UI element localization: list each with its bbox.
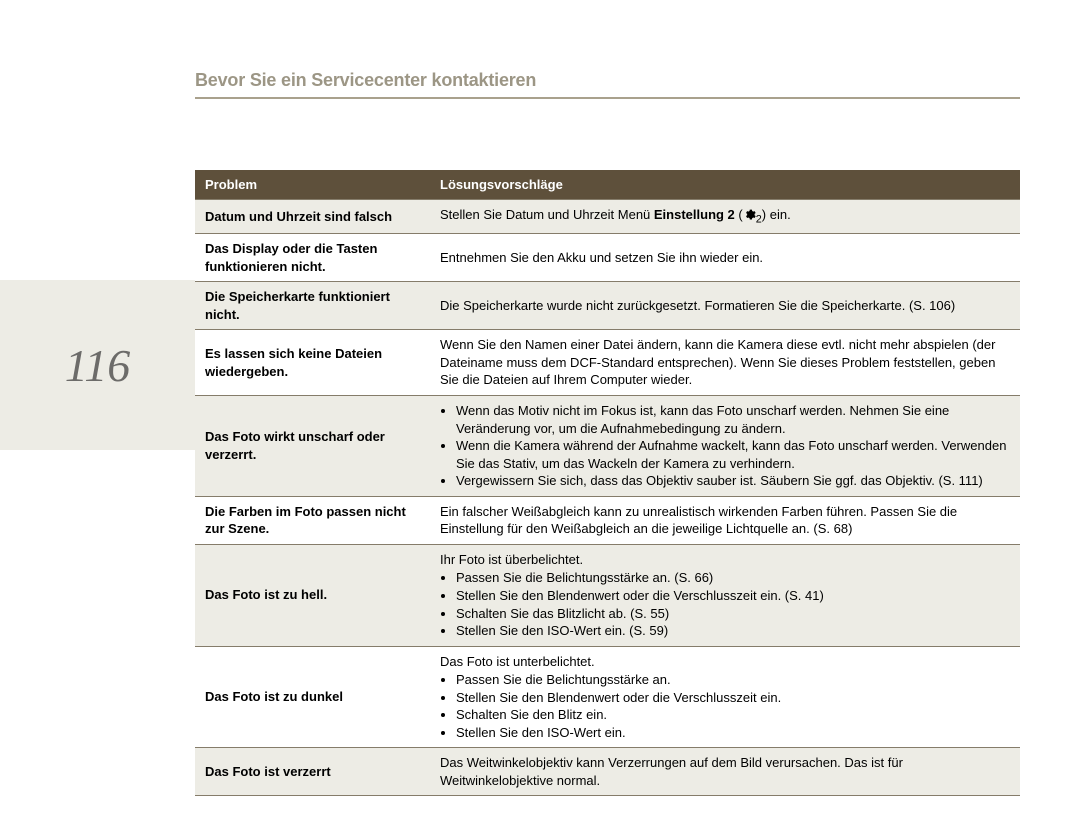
problem-cell: Datum und Uhrzeit sind falsch [195, 200, 430, 234]
solution-text: ( [735, 207, 743, 222]
list-item: Passen Sie die Belichtungsstärke an. (S.… [456, 569, 1010, 587]
problem-cell: Die Farben im Foto passen nicht zur Szen… [195, 496, 430, 544]
solution-cell: Die Speicherkarte wurde nicht zurückgese… [430, 282, 1020, 330]
list-item: Schalten Sie den Blitz ein. [456, 706, 1010, 724]
table-row: Es lassen sich keine Dateien wiedergeben… [195, 330, 1020, 396]
table-row: Die Farben im Foto passen nicht zur Szen… [195, 496, 1020, 544]
table-row: Das Foto ist zu hell. Ihr Foto ist überb… [195, 544, 1020, 646]
list-item: Wenn die Kamera während der Aufnahme wac… [456, 437, 1010, 472]
problem-cell: Das Foto wirkt unscharf oder verzerrt. [195, 396, 430, 497]
page-number-sidebar: 116 [0, 280, 195, 450]
solution-cell: Wenn Sie den Namen einer Datei ändern, k… [430, 330, 1020, 396]
col-header-problem: Problem [195, 170, 430, 200]
table-row: Das Foto ist zu dunkel Das Foto ist unte… [195, 646, 1020, 748]
page-title: Bevor Sie ein Servicecenter kontaktieren [195, 70, 536, 90]
problem-cell: Das Foto ist verzerrt [195, 748, 430, 796]
list-item: Stellen Sie den Blendenwert oder die Ver… [456, 689, 1010, 707]
problem-cell: Es lassen sich keine Dateien wiedergeben… [195, 330, 430, 396]
bullet-list: Passen Sie die Belichtungsstärke an. (S.… [440, 569, 1010, 639]
problem-cell: Das Foto ist zu dunkel [195, 646, 430, 748]
solution-text: Stellen Sie Datum und Uhrzeit Menü [440, 207, 654, 222]
gear-icon [743, 208, 756, 221]
solution-cell: Das Weitwinkelobjektiv kann Verzerrungen… [430, 748, 1020, 796]
solution-cell: Entnehmen Sie den Akku und setzen Sie ih… [430, 234, 1020, 282]
problem-cell: Das Display oder die Tasten funktioniere… [195, 234, 430, 282]
page-number: 116 [65, 339, 131, 392]
list-item: Wenn das Motiv nicht im Fokus ist, kann … [456, 402, 1010, 437]
troubleshooting-table: Problem Lösungsvorschläge Datum und Uhrz… [195, 170, 1020, 796]
page-container: Bevor Sie ein Servicecenter kontaktieren… [0, 0, 1080, 815]
solution-cell: Ein falscher Weißabgleich kann zu unreal… [430, 496, 1020, 544]
title-bar: Bevor Sie ein Servicecenter kontaktieren [195, 70, 1020, 99]
solution-lead: Ihr Foto ist überbelichtet. [440, 551, 1010, 569]
bullet-list: Wenn das Motiv nicht im Fokus ist, kann … [440, 402, 1010, 490]
list-item: Stellen Sie den ISO-Wert ein. [456, 724, 1010, 742]
table-row: Das Foto ist verzerrt Das Weitwinkelobje… [195, 748, 1020, 796]
list-item: Stellen Sie den Blendenwert oder die Ver… [456, 587, 1010, 605]
list-item: Stellen Sie den ISO-Wert ein. (S. 59) [456, 622, 1010, 640]
table-row: Das Foto wirkt unscharf oder verzerrt. W… [195, 396, 1020, 497]
table-row: Das Display oder die Tasten funktioniere… [195, 234, 1020, 282]
table-row: Datum und Uhrzeit sind falsch Stellen Si… [195, 200, 1020, 234]
solution-cell: Das Foto ist unterbelichtet. Passen Sie … [430, 646, 1020, 748]
bullet-list: Passen Sie die Belichtungsstärke an. Ste… [440, 671, 1010, 741]
col-header-solution: Lösungsvorschläge [430, 170, 1020, 200]
gear-icon-group: 2 [743, 207, 762, 222]
table-header-row: Problem Lösungsvorschläge [195, 170, 1020, 200]
solution-bold: Einstellung 2 [654, 207, 735, 222]
solution-lead: Das Foto ist unterbelichtet. [440, 653, 1010, 671]
solution-cell: Ihr Foto ist überbelichtet. Passen Sie d… [430, 544, 1020, 646]
solution-text: ) ein. [762, 207, 791, 222]
table-row: Die Speicherkarte funktioniert nicht. Di… [195, 282, 1020, 330]
problem-cell: Die Speicherkarte funktioniert nicht. [195, 282, 430, 330]
troubleshooting-table-wrap: Problem Lösungsvorschläge Datum und Uhrz… [195, 170, 1020, 796]
solution-cell: Wenn das Motiv nicht im Fokus ist, kann … [430, 396, 1020, 497]
solution-cell: Stellen Sie Datum und Uhrzeit Menü Einst… [430, 200, 1020, 234]
list-item: Passen Sie die Belichtungsstärke an. [456, 671, 1010, 689]
problem-cell: Das Foto ist zu hell. [195, 544, 430, 646]
list-item: Vergewissern Sie sich, dass das Objektiv… [456, 472, 1010, 490]
list-item: Schalten Sie das Blitzlicht ab. (S. 55) [456, 605, 1010, 623]
